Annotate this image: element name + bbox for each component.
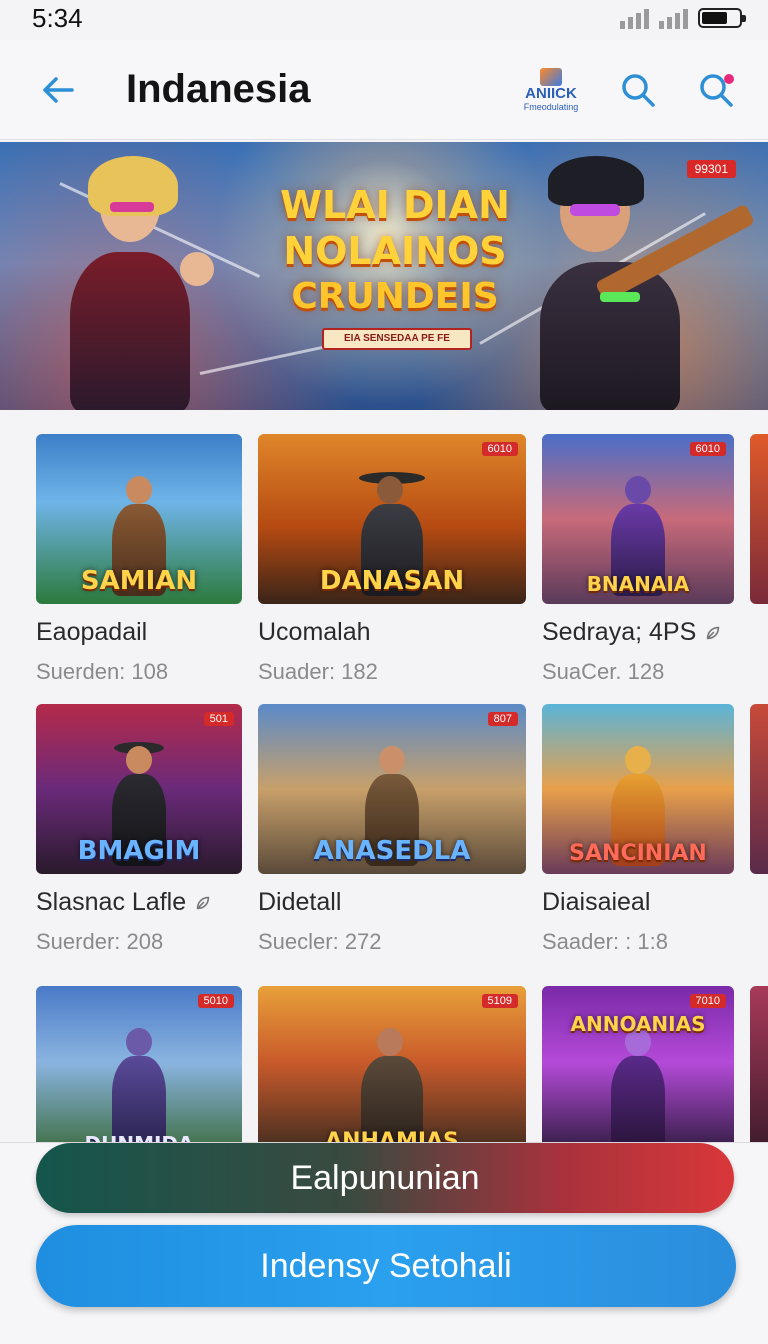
banner-title-line3: CRUNDEIS: [291, 276, 499, 317]
game-thumbnail: 7010 ANNOANIAS: [542, 986, 734, 1142]
game-thumbnail: [750, 986, 768, 1142]
hero-left-artwork: [20, 142, 250, 410]
game-thumbnail: 6010 DANASAN: [258, 434, 526, 604]
game-name: Sedraya; 4PS: [542, 618, 734, 647]
game-name-text: Slasnac Lafle: [36, 888, 187, 916]
thumbnail-badge: 6010: [689, 442, 726, 456]
cube-icon: [540, 67, 562, 86]
status-bar: 5:34: [0, 0, 768, 36]
thumbnail-badge: 7010: [689, 994, 726, 1008]
status-time: 5:34: [32, 2, 83, 33]
leaf-icon: [196, 896, 210, 909]
game-card-partial[interactable]: [750, 986, 768, 1142]
game-card[interactable]: 5109 ANHAMIAS: [258, 986, 526, 1142]
game-thumbnail: 5010 DUNMIDA: [36, 986, 242, 1142]
game-card[interactable]: SAMIAN Eaopadail Suerden: 108: [36, 434, 242, 685]
banner-title: WLAI DIAN NOLAINOS CRUNDEIS: [260, 182, 530, 320]
search-icon: [622, 73, 655, 107]
app-header: Indanesia ANIICK Fmeodulating: [0, 40, 768, 140]
game-thumbnail: [750, 704, 768, 874]
banner-title-line1: WLAI DIAN: [280, 183, 510, 227]
status-icons: [620, 7, 746, 29]
game-name-text: Diaisaieal: [542, 888, 651, 916]
game-grid: SAMIAN Eaopadail Suerden: 108 6010 DANAS…: [0, 410, 768, 1142]
secondary-action-button[interactable]: Indensy Setohali: [36, 1225, 736, 1307]
thumbnail-title: BMAGIM: [77, 836, 201, 866]
banner-badge: 99301: [686, 160, 736, 178]
thumbnail-badge: 807: [487, 712, 518, 726]
thumbnail-badge: 6010: [481, 442, 518, 456]
thumbnail-title: SAMIAN: [80, 566, 198, 596]
thumbnail-badge: 501: [203, 712, 234, 726]
search-notifications-button[interactable]: [690, 64, 742, 116]
game-card[interactable]: SANCINIAN Diaisaieal Saader: : 1:8: [542, 704, 734, 955]
game-thumbnail: 807 ANASEDLA: [258, 704, 526, 874]
arrow-left-icon: [43, 76, 74, 103]
game-card-partial[interactable]: [750, 704, 768, 874]
game-name-text: Sedraya; 4PS: [542, 618, 697, 646]
thumbnail-title: BNANAIA: [586, 572, 690, 596]
game-thumbnail: 501 BMAGIM: [36, 704, 242, 874]
character-artwork: [104, 1028, 174, 1142]
cell-signal-icon: [659, 7, 688, 29]
thumbnail-title: ANNOANIAS: [570, 1012, 706, 1036]
bottom-action-panel: Ealpununian Indensy Setohali: [0, 1142, 768, 1344]
page-title: Indanesia: [126, 67, 311, 111]
thumbnail-title: ANHAMIAS: [325, 1129, 459, 1142]
game-thumbnail: SAMIAN: [36, 434, 242, 604]
game-name: Diaisaieal: [542, 888, 734, 917]
game-card[interactable]: 6010 BNANAIA Sedraya; 4PS SuaCer. 128: [542, 434, 734, 685]
game-card[interactable]: 807 ANASEDLA Didetall Suecler: 272: [258, 704, 526, 955]
game-card[interactable]: 501 BMAGIM Slasnac Lafle Suerder: 208: [36, 704, 242, 955]
primary-action-button[interactable]: Ealpununian: [36, 1143, 734, 1213]
back-button[interactable]: [36, 68, 80, 112]
hero-right-artwork: [500, 142, 760, 410]
game-thumbnail: 6010 BNANAIA: [542, 434, 734, 604]
wifi-signal-icon: [620, 7, 649, 29]
banner-ribbon: EIA SENSEDAA PE FE: [322, 328, 472, 350]
brand-name: ANIICK: [525, 84, 577, 102]
game-thumbnail: SANCINIAN: [542, 704, 734, 874]
thumbnail-title: ANASEDLA: [313, 836, 471, 866]
character-artwork: [347, 1028, 437, 1142]
game-name-text: Didetall: [258, 888, 342, 916]
character-artwork: [603, 1028, 673, 1142]
game-thumbnail: 5109 ANHAMIAS: [258, 986, 526, 1142]
game-name-text: Eaopadail: [36, 618, 148, 646]
notification-dot: [724, 73, 734, 84]
game-card[interactable]: 5010 DUNMIDA: [36, 986, 242, 1142]
search-button[interactable]: [612, 64, 664, 116]
brand-logo[interactable]: ANIICK Fmeodulating: [516, 62, 586, 118]
game-name: Eaopadail: [36, 618, 242, 647]
thumbnail-title: SANCINIAN: [569, 841, 707, 866]
game-stat: Suader: 182: [258, 659, 378, 684]
thumbnail-title: DANASAN: [319, 566, 465, 596]
brand-subtitle: Fmeodulating: [523, 101, 579, 112]
game-card[interactable]: 7010 ANNOANIAS: [542, 986, 734, 1142]
game-stat: SuaCer. 128: [542, 659, 665, 684]
game-name: Ucomalah: [258, 618, 526, 647]
game-name: Didetall: [258, 888, 526, 917]
game-stat: Suecler: 272: [258, 929, 382, 954]
battery-icon: [698, 8, 746, 28]
game-stat: Suerder: 208: [36, 929, 164, 954]
thumbnail-title: DUNMIDA: [36, 1132, 242, 1142]
game-stat: Saader: : 1:8: [542, 929, 668, 954]
featured-banner[interactable]: WLAI DIAN NOLAINOS CRUNDEIS EIA SENSEDAA…: [0, 142, 768, 410]
game-name: Slasnac Lafle: [36, 888, 242, 917]
thumbnail-badge: 5010: [197, 994, 234, 1008]
leaf-icon: [707, 626, 720, 639]
game-card-partial[interactable]: [750, 434, 768, 604]
game-card[interactable]: 6010 DANASAN Ucomalah Suader: 182: [258, 434, 526, 685]
game-stat: Suerden: 108: [36, 659, 169, 684]
thumbnail-badge: 5109: [481, 994, 518, 1008]
game-name-text: Ucomalah: [258, 618, 371, 646]
game-thumbnail: [750, 434, 768, 604]
banner-title-line2: NOLAINOS: [283, 229, 507, 273]
